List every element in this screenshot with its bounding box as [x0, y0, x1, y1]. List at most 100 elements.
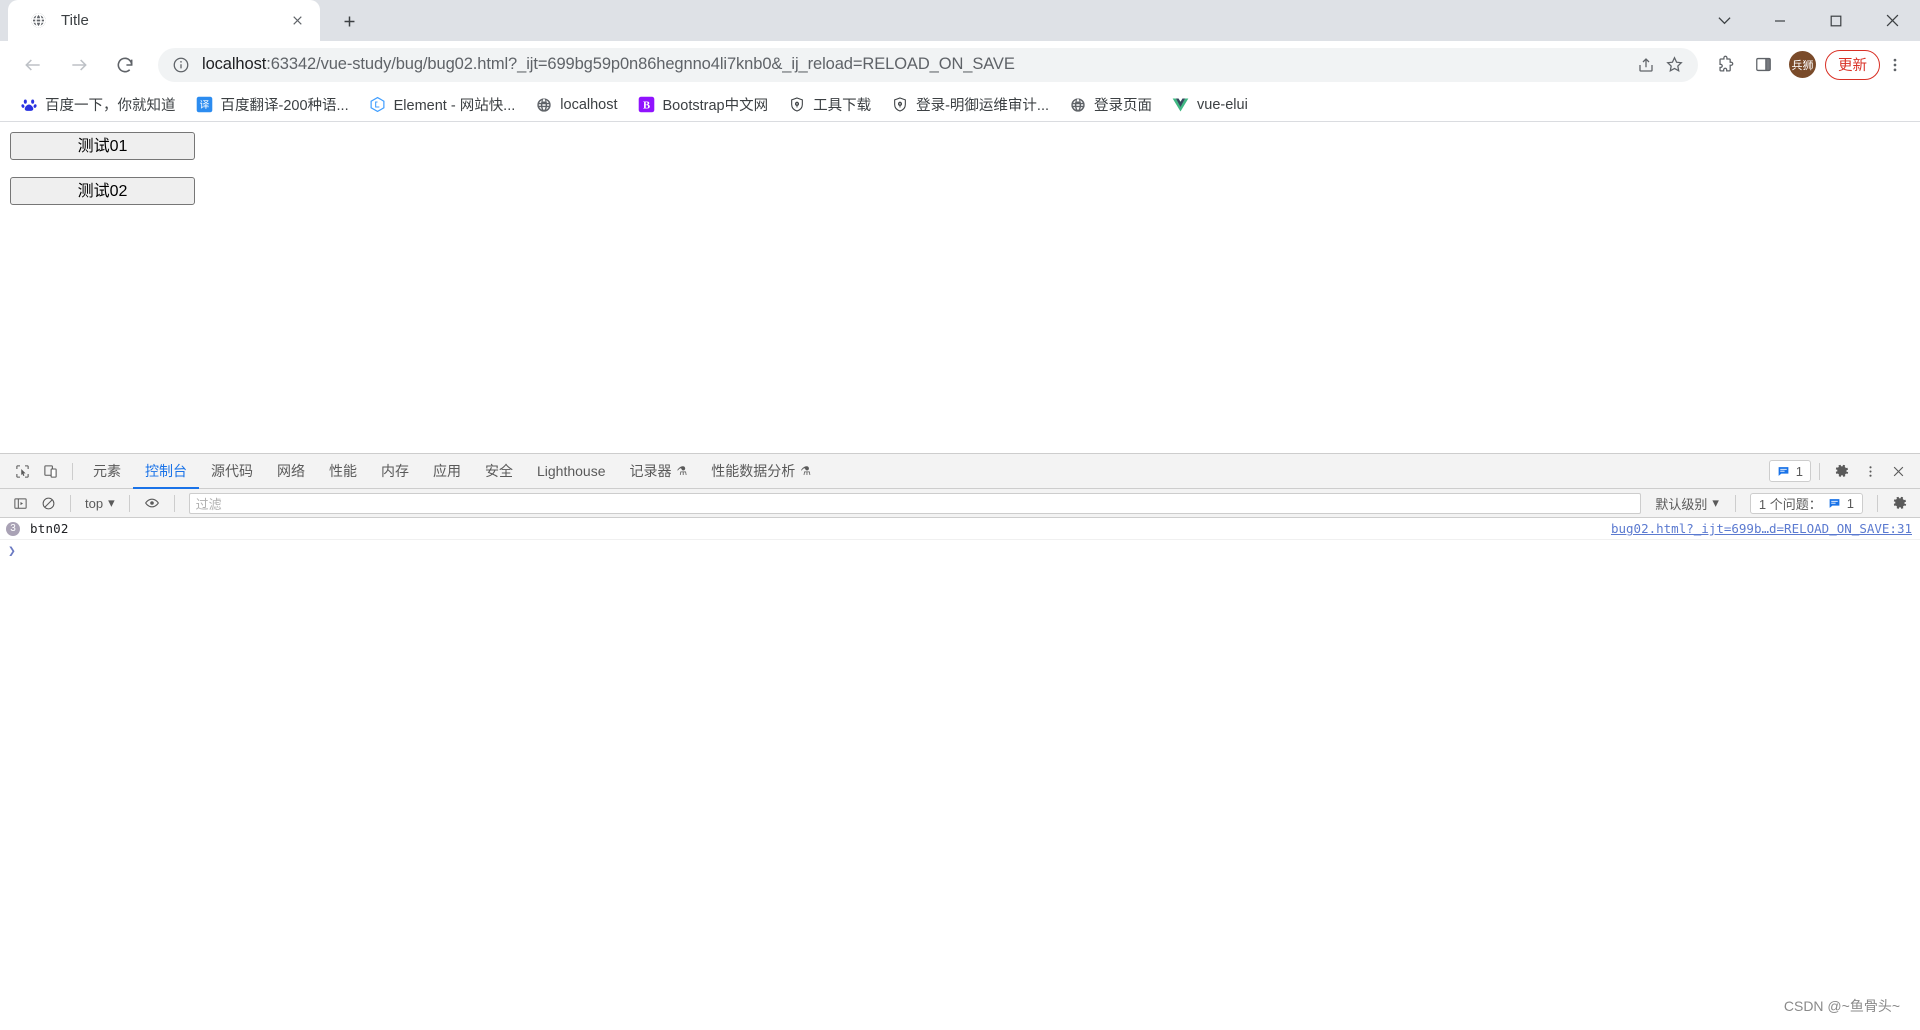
- tab-application[interactable]: 应用: [421, 454, 473, 489]
- reload-icon[interactable]: [107, 47, 143, 83]
- tab-label: Lighthouse: [537, 463, 606, 479]
- tab-label: 网络: [277, 463, 305, 479]
- bookmark-label: 百度一下，你就知道: [45, 98, 176, 114]
- vue-icon: [1172, 96, 1189, 113]
- svg-text:B: B: [642, 100, 649, 111]
- device-toolbar-icon[interactable]: [36, 457, 64, 485]
- tab-sources[interactable]: 源代码: [199, 454, 265, 489]
- prompt-caret: ❯: [8, 543, 16, 559]
- bookmark-label: vue-elui: [1197, 96, 1248, 113]
- browser-tab[interactable]: Title: [8, 0, 320, 41]
- bookmarks-bar: 百度一下，你就知道 译 百度翻译-200种语... Element - 网站快.…: [0, 88, 1920, 122]
- puzzle-icon[interactable]: [1708, 48, 1742, 82]
- tab-title: Title: [61, 12, 89, 29]
- tab-lighthouse[interactable]: Lighthouse: [525, 454, 618, 489]
- message-count-badge[interactable]: 1: [1768, 460, 1811, 482]
- globe-icon: [30, 12, 47, 29]
- log-count-badge: 3: [6, 521, 20, 536]
- message-badge-icon: [1777, 465, 1790, 478]
- tab-label: 源代码: [211, 463, 253, 479]
- tab-performance-insights[interactable]: 性能数据分析 ⚗: [699, 454, 823, 489]
- toolbar-right: 兵狮 更新: [1706, 48, 1910, 82]
- window-controls: [1696, 0, 1920, 41]
- issues-count-value: 1: [1846, 495, 1854, 511]
- clear-console-icon[interactable]: [34, 489, 62, 517]
- bookmark-item[interactable]: 译 百度翻译-200种语...: [188, 92, 357, 118]
- tab-performance[interactable]: 性能: [317, 454, 369, 489]
- divider: [173, 494, 175, 512]
- close-icon[interactable]: [1884, 457, 1912, 485]
- page-viewport: 测试01 测试02: [0, 122, 1920, 452]
- maximize-icon[interactable]: [1808, 0, 1864, 41]
- window-close-icon[interactable]: [1864, 0, 1920, 41]
- devtools-tabs: 元素 控制台 源代码 网络 性能 内存 应用 安全 Lighthouse 记录器…: [81, 454, 823, 489]
- bookmark-item[interactable]: 登录页面: [1061, 92, 1160, 118]
- watermark: CSDN @~鱼骨头~: [1783, 998, 1900, 1014]
- tab-security[interactable]: 安全: [473, 454, 525, 489]
- bookmark-item[interactable]: localhost: [527, 92, 625, 118]
- url-text[interactable]: localhost:63342/vue-study/bug/bug02.html…: [202, 55, 1626, 74]
- live-expression-eye-icon[interactable]: [138, 489, 166, 517]
- info-circle-icon[interactable]: [172, 56, 190, 74]
- forward-icon[interactable]: [61, 47, 97, 83]
- tab-search-icon[interactable]: [1696, 0, 1752, 41]
- tab-label: 元素: [93, 463, 121, 479]
- bookmark-item[interactable]: Element - 网站快...: [361, 92, 524, 118]
- issues-label: 1 个问题：: [1758, 496, 1822, 512]
- browser-toolbar: localhost:63342/vue-study/bug/bug02.html…: [0, 41, 1920, 88]
- console-log-row[interactable]: 3 btn02 bug02.html?_ijt=699b…d=RELOAD_ON…: [0, 518, 1920, 540]
- update-button[interactable]: 更新: [1825, 49, 1880, 80]
- execution-context-select[interactable]: top ▾: [79, 492, 121, 514]
- test-02-button[interactable]: 测试02: [10, 177, 195, 205]
- back-icon[interactable]: [15, 47, 51, 83]
- divider: [1877, 494, 1878, 512]
- bookmark-item[interactable]: 百度一下，你就知道: [12, 92, 184, 118]
- avatar[interactable]: 兵狮: [1789, 51, 1816, 78]
- gear-icon[interactable]: [1886, 489, 1914, 517]
- side-panel-icon[interactable]: [1746, 48, 1780, 82]
- tab-label: 记录器: [629, 463, 672, 479]
- tab-console[interactable]: 控制台: [133, 454, 199, 489]
- test-01-button[interactable]: 测试01: [10, 132, 195, 160]
- star-icon[interactable]: [1662, 53, 1686, 77]
- bookmark-label: Bootstrap中文网: [662, 98, 769, 114]
- issues-counter[interactable]: 1 个问题： 1: [1749, 492, 1863, 514]
- devtools-toolbar: 元素 控制台 源代码 网络 性能 内存 应用 安全 Lighthouse 记录器…: [0, 454, 1920, 489]
- flask-icon: ⚗: [800, 464, 812, 478]
- gear-icon[interactable]: [1828, 457, 1856, 485]
- bookmark-item[interactable]: 工具下载: [780, 92, 879, 118]
- divider: [1734, 494, 1736, 512]
- kebab-menu-icon[interactable]: [1856, 457, 1884, 485]
- shield-icon: [891, 96, 908, 113]
- close-icon[interactable]: [286, 10, 308, 32]
- tab-network[interactable]: 网络: [265, 454, 317, 489]
- share-icon[interactable]: [1634, 53, 1658, 77]
- console-sidebar-icon[interactable]: [6, 489, 34, 517]
- filter-placeholder: 过滤: [195, 496, 222, 512]
- new-tab-button[interactable]: [332, 4, 366, 38]
- divider: [70, 494, 71, 512]
- baidu-paw-icon: [20, 96, 37, 113]
- bookmark-label: 百度翻译-200种语...: [220, 98, 349, 114]
- console-prompt[interactable]: ❯: [0, 540, 1920, 562]
- bookmark-label: 登录页面: [1094, 98, 1153, 114]
- log-level-select[interactable]: 默认级别 ▾: [1647, 494, 1727, 513]
- bookmark-item[interactable]: 登录-明御运维审计...: [883, 92, 1057, 118]
- tab-recorder[interactable]: 记录器 ⚗: [618, 454, 700, 489]
- tab-memory[interactable]: 内存: [369, 454, 421, 489]
- omnibox-actions: [1634, 53, 1686, 77]
- browser-window: Title localhost:63342/vue-study/bug/bug0…: [0, 0, 1920, 1030]
- divider: [128, 494, 130, 512]
- bookmark-item[interactable]: B Bootstrap中文网: [630, 92, 777, 118]
- flask-icon: ⚗: [676, 464, 688, 478]
- console-filter-input[interactable]: 过滤: [188, 492, 1642, 514]
- chevron-down-icon: ▾: [108, 495, 115, 510]
- console-filter-bar: top ▾ 过滤 默认级别 ▾ 1 个问题： 1: [0, 489, 1920, 518]
- address-bar[interactable]: localhost:63342/vue-study/bug/bug02.html…: [158, 47, 1698, 82]
- minimize-icon[interactable]: [1752, 0, 1808, 41]
- inspect-element-icon[interactable]: [8, 457, 36, 485]
- kebab-menu-icon[interactable]: [1880, 48, 1910, 82]
- bookmark-item[interactable]: vue-elui: [1164, 92, 1256, 118]
- log-source-link[interactable]: bug02.html?_ijt=699b…d=RELOAD_ON_SAVE:31: [1611, 521, 1912, 536]
- tab-elements[interactable]: 元素: [81, 454, 133, 489]
